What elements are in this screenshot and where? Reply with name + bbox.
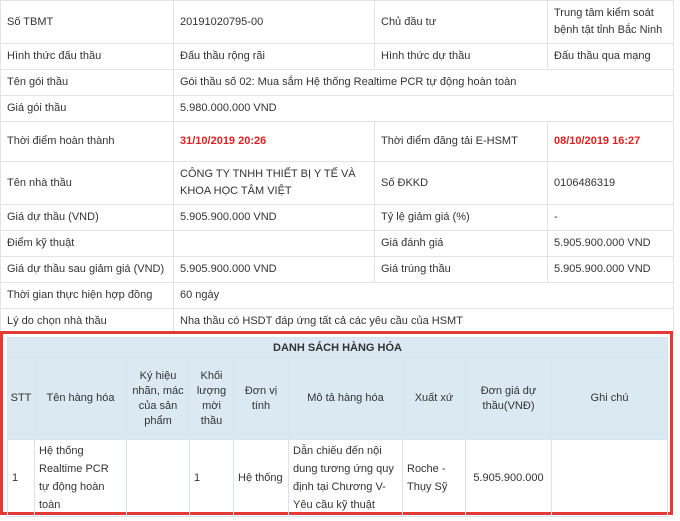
- label-hinh-thuc-du-thau: Hình thức dự thầu: [374, 43, 548, 70]
- value-chu-dau-tu: Trung tâm kiểm soát bệnh tật tỉnh Bắc Ni…: [547, 0, 674, 44]
- info-row: Số TBMT 20191020795-00 Chủ đầu tư Trung …: [0, 0, 674, 44]
- bid-info-table: Số TBMT 20191020795-00 Chủ đầu tư Trung …: [0, 0, 674, 335]
- header-don-vi: Đơn vị tính: [233, 357, 289, 440]
- value-gia-du-thau: 5.905.900.000 VND: [173, 204, 375, 231]
- value-hinh-thuc-du-thau: Đấu thầu qua mạng: [547, 43, 674, 70]
- header-don-gia: Đơn giá dự thầu(VNĐ): [465, 357, 552, 440]
- header-stt: STT: [7, 357, 35, 440]
- info-row: Giá gói thầu 5.980.000.000 VND: [0, 95, 674, 122]
- cell-ghi-chu: [550, 439, 669, 517]
- value-hinh-thuc-dau-thau: Đấu thầu rộng rãi: [173, 43, 375, 70]
- label-thoi-diem-dang-tai: Thời điểm đăng tải E-HSMT: [374, 121, 548, 162]
- label-ty-le-giam-gia: Tỷ lệ giảm giá (%): [374, 204, 548, 231]
- cell-mo-ta: Dẫn chiếu đến nội dung tương ứng quy địn…: [288, 439, 403, 517]
- header-mo-ta: Mô tả hàng hóa: [288, 357, 403, 440]
- label-chu-dau-tu: Chủ đầu tư: [374, 0, 548, 44]
- value-ten-nha-thau: CÔNG TY TNHH THIẾT BỊ Y TẾ VÀ KHOA HỌC T…: [173, 161, 375, 205]
- cell-ky-hieu: [126, 439, 190, 517]
- label-so-tbmt: Số TBMT: [0, 0, 174, 44]
- label-thoi-gian-thuc-hien: Thời gian thực hiện hợp đồng: [0, 282, 174, 309]
- label-gia-goi-thau: Giá gói thầu: [0, 95, 174, 122]
- label-gia-trung-thau: Giá trúng thầu: [374, 256, 548, 283]
- value-diem-ky-thuat: [173, 230, 375, 257]
- header-ghi-chu: Ghi chú: [550, 357, 669, 440]
- value-gia-trung-thau: 5.905.900.000 VND: [547, 256, 674, 283]
- label-so-dkkd: Số ĐKKD: [374, 161, 548, 205]
- label-ten-goi-thau: Tên gói thầu: [0, 69, 174, 96]
- info-row: Tên nhà thầu CÔNG TY TNHH THIẾT BỊ Y TẾ …: [0, 161, 674, 205]
- goods-list-table: DANH SÁCH HÀNG HÓA STT Tên hàng hóa Ký h…: [6, 337, 669, 517]
- goods-list-highlight-box: DANH SÁCH HÀNG HÓA STT Tên hàng hóa Ký h…: [0, 331, 673, 517]
- label-thoi-diem-hoan-thanh: Thời điểm hoàn thành: [0, 121, 174, 162]
- cell-ten-hang-hoa: Hệ thống Realtime PCR tự động hoàn toàn: [34, 439, 127, 517]
- cell-don-gia: 5.905.900.000: [465, 439, 552, 517]
- cell-stt: 1: [7, 439, 35, 517]
- info-row: Giá dự thầu sau giảm giá (VND) 5.905.900…: [0, 256, 674, 283]
- header-ten-hang-hoa: Tên hàng hóa: [34, 357, 127, 440]
- label-diem-ky-thuat: Điểm kỹ thuật: [0, 230, 174, 257]
- value-thoi-diem-hoan-thanh: 31/10/2019 20:26: [173, 121, 375, 162]
- value-ty-le-giam-gia: -: [547, 204, 674, 231]
- table-row: 1 Hệ thống Realtime PCR tự động hoàn toà…: [7, 439, 669, 517]
- info-row: Điểm kỹ thuật Giá đánh giá 5.905.900.000…: [0, 230, 674, 257]
- cell-xuat-xu: Roche - Thụy Sỹ: [402, 439, 466, 517]
- value-so-dkkd: 0106486319: [547, 161, 674, 205]
- cell-khoi-luong: 1: [189, 439, 234, 517]
- header-ky-hieu: Ký hiệu nhãn, mác của sản phẩm: [126, 357, 190, 440]
- value-gia-sau-giam: 5.905.900.000 VND: [173, 256, 375, 283]
- value-thoi-diem-dang-tai: 08/10/2019 16:27: [547, 121, 674, 162]
- value-gia-danh-gia: 5.905.900.000 VND: [547, 230, 674, 257]
- label-gia-danh-gia: Giá đánh giá: [374, 230, 548, 257]
- label-gia-du-thau: Giá dự thầu (VND): [0, 204, 174, 231]
- info-row: Hình thức đấu thầu Đấu thầu rộng rãi Hìn…: [0, 43, 674, 70]
- info-row: Tên gói thầu Gói thầu số 02: Mua sắm Hệ …: [0, 69, 674, 96]
- info-row: Thời điểm hoàn thành 31/10/2019 20:26 Th…: [0, 121, 674, 162]
- goods-caption-row: DANH SÁCH HÀNG HÓA: [6, 337, 669, 358]
- value-gia-goi-thau: 5.980.000.000 VND: [173, 95, 674, 122]
- value-so-tbmt: 20191020795-00: [173, 0, 375, 44]
- label-ten-nha-thau: Tên nhà thầu: [0, 161, 174, 205]
- value-ten-goi-thau: Gói thầu số 02: Mua sắm Hệ thống Realtim…: [173, 69, 674, 96]
- value-thoi-gian-thuc-hien: 60 ngày: [173, 282, 674, 309]
- header-xuat-xu: Xuất xứ: [402, 357, 466, 440]
- info-row: Giá dự thầu (VND) 5.905.900.000 VND Tỷ l…: [0, 204, 674, 231]
- cell-don-vi: Hệ thống: [233, 439, 289, 517]
- goods-caption: DANH SÁCH HÀNG HÓA: [6, 337, 669, 358]
- header-khoi-luong: Khối lượng mời thầu: [189, 357, 234, 440]
- label-gia-sau-giam: Giá dự thầu sau giảm giá (VND): [0, 256, 174, 283]
- info-row: Thời gian thực hiện hợp đồng 60 ngày: [0, 282, 674, 309]
- goods-header-row: STT Tên hàng hóa Ký hiệu nhãn, mác của s…: [7, 357, 669, 440]
- label-hinh-thuc-dau-thau: Hình thức đấu thầu: [0, 43, 174, 70]
